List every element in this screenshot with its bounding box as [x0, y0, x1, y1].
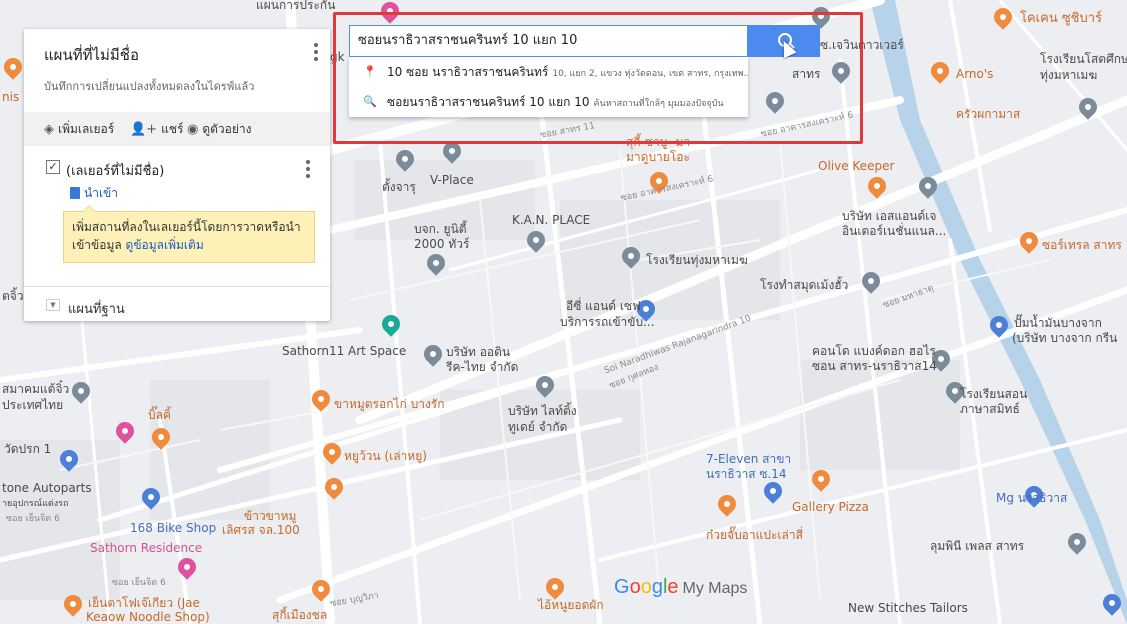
- more-options-icon[interactable]: [314, 43, 318, 64]
- map-label: บริษัท เอสแอนด์เจ: [842, 209, 937, 223]
- layers-icon: ◈: [44, 122, 54, 137]
- map-label: ประเทศไทย: [2, 398, 64, 412]
- map-label: ไอ้หนูยอดผัก: [538, 598, 604, 612]
- map-label: ข้าวขาหมู: [244, 509, 297, 523]
- map-label: V-Place: [430, 173, 474, 187]
- map-label: คอนโด แบงค์ดอก ฮอไร: [812, 344, 936, 358]
- google-wordmark: Google: [614, 576, 679, 598]
- road-label: ซอย เย็นจิต 6: [112, 578, 166, 588]
- map-label: บริษัท ไลท์ติ้ง: [508, 404, 577, 418]
- map-label: ภาษาสมิทธ์: [960, 402, 1020, 416]
- map-label: ตจิ้ว: [2, 289, 24, 303]
- map-label: สมาคมแต้จิ๋ว: [2, 382, 70, 396]
- base-map-label: แผนที่ฐาน: [68, 302, 125, 317]
- learn-more-link[interactable]: ดูข้อมูลเพิ่มเติม: [126, 238, 204, 252]
- layer-checkbox[interactable]: ✓: [46, 160, 60, 174]
- map-label: Arno's: [956, 67, 994, 81]
- suggestion-secondary: ค้นหาสถานที่ใกล้ๆ มุมมองปัจจุบัน: [593, 99, 724, 109]
- map-label: ตั้งจารุ: [382, 180, 416, 194]
- add-person-icon: 👤+: [130, 122, 158, 137]
- map-label: โรงเรียนสอน: [960, 387, 1028, 401]
- map-label: ซอน สาทร-นราธิวาส14: [812, 359, 937, 373]
- google-my-maps-logo: Google My Maps: [614, 576, 747, 599]
- search-icon: 🔍: [363, 95, 377, 108]
- map-label: อินเตอร์เนชั่นแนล...: [842, 224, 947, 238]
- map-label: ขาหมูตรอกไก่ บางรัก: [334, 397, 445, 411]
- map-title[interactable]: แผนที่ที่ไม่มีชื่อ: [44, 43, 139, 67]
- map-label: ครัวผกามาส: [956, 107, 1021, 121]
- suggestion-item[interactable]: 🔍 ซอยนราธิวาสราชนครินทร์ 10 แยก 10 ค้นหาส…: [349, 87, 748, 117]
- map-label: tone Autoparts: [2, 481, 92, 495]
- map-label: โรงทำสมุดเม้งฮั้ว: [760, 278, 849, 292]
- map-label: โคเคน ซูชิบาร์: [1020, 11, 1103, 26]
- map-label: 168 Bike Shop: [130, 521, 217, 535]
- layer-options-icon[interactable]: [306, 160, 310, 181]
- map-label: เลิศรส จล.100: [222, 523, 300, 537]
- add-layer-button[interactable]: ◈ เพิ่มเลเยอร์: [44, 112, 114, 146]
- map-label: มาดูบายโอะ: [626, 150, 690, 164]
- map-label: ทูเดย์ จำกัด: [508, 420, 568, 434]
- save-status: บันทึกการเปลี่ยนแปลงทั้งหมดลงในไดรฟ์แล้ว: [44, 80, 255, 93]
- map-label: รีค-ไทย จำกัด: [446, 360, 519, 374]
- map-label: Gallery Pizza: [792, 500, 869, 514]
- map-label: ก๋วยจั๊บอาแปะเล่าสี่: [706, 528, 803, 542]
- preview-button[interactable]: ◉ ดูตัวอย่าง: [187, 112, 252, 146]
- map-label: โรงเรียนโสตศึกษา: [1040, 52, 1127, 66]
- base-map-section[interactable]: ▼ แผนที่ฐาน: [24, 287, 330, 321]
- upload-file-icon: [70, 187, 80, 199]
- import-tooltip: เพิ่มสถานที่ลงในเลเยอร์นี้โดยการวาดหรือน…: [63, 205, 315, 263]
- map-label: ลุมพินี เพลส สาทร: [930, 539, 1025, 553]
- suggestion-list: 📍 10 ซอย นราธิวาสราชนครินทร์ 10, แยก 2, แ…: [349, 57, 748, 117]
- panel-toolbar: ◈ เพิ่มเลเยอร์ 👤+ แชร์ ◉ ดูตัวอย่าง: [24, 112, 330, 146]
- map-label: โรงเรียนทุ่งมหาเมฆ: [646, 253, 748, 267]
- import-link[interactable]: นำเข้า: [70, 184, 118, 203]
- layer-section: ✓ (เลเยอร์ที่ไม่มีชื่อ) นำเข้า เพิ่มสถาน…: [24, 146, 330, 287]
- layer-title[interactable]: (เลเยอร์ที่ไม่มีชื่อ): [66, 160, 164, 181]
- suggestion-secondary: 10, แยก 2, แขวง ทุ่งวัดดอน, เขต สาทร, กร…: [552, 69, 748, 79]
- place-pin-icon: 📍: [363, 65, 377, 78]
- map-label: บิ๊ลคิ้: [148, 408, 171, 422]
- eye-icon: ◉: [187, 122, 199, 137]
- map-label: Mg นราธิวาส: [996, 491, 1068, 505]
- preview-label: ดูตัวอย่าง: [202, 122, 252, 136]
- map-label: วัดปรก 1: [4, 442, 52, 456]
- map-label: ซอร์เทรล สาทร: [1042, 238, 1122, 252]
- road-label: ซอย เย็นจิต 6: [6, 514, 60, 524]
- map-label: Sathorn Residence: [90, 541, 203, 555]
- map-label: สุกี้เมืองชล: [272, 608, 328, 622]
- suggestion-main: ซอยนราธิวาสราชนครินทร์ 10 แยก 10: [387, 95, 590, 109]
- map-label: K.A.N. PLACE: [512, 213, 591, 227]
- map-label: นราธิวาส ซ.14: [706, 467, 787, 481]
- map-label: (บริษัท บางจาก กรีน: [1012, 331, 1118, 345]
- import-label: นำเข้า: [84, 186, 118, 200]
- map-label: บจก. ยูนิตี้: [414, 222, 467, 236]
- map-label: บริการรถเข้าขับ...: [560, 315, 655, 329]
- map-label: ปั๊มน้ำมันบางจาก: [1014, 316, 1102, 330]
- collapse-arrow-icon[interactable]: ▼: [46, 299, 60, 311]
- suggestion-main: 10 ซอย นราธิวาสราชนครินทร์: [387, 65, 549, 79]
- map-label: เย็นตาโฟเจ๊เกียว (Jae: [88, 596, 200, 610]
- suggestion-item[interactable]: 📍 10 ซอย นราธิวาสราชนครินทร์ 10, แยก 2, แ…: [349, 57, 748, 87]
- map-panel: แผนที่ที่ไม่มีชื่อ บันทึกการเปลี่ยนแปลงท…: [24, 29, 330, 321]
- map-label: แผนการประกัน: [256, 0, 336, 12]
- map-label: Olive Keeper: [818, 159, 895, 173]
- share-button[interactable]: 👤+ แชร์: [130, 112, 183, 146]
- add-layer-label: เพิ่มเลเยอร์: [58, 122, 115, 136]
- map-label: ทุ่งมหาเมฆ: [1040, 68, 1098, 82]
- map-label: ายอุปกรณ์แต่งรถ: [2, 499, 69, 509]
- map-label: New Stitches Tailors: [848, 601, 968, 615]
- map-label: อีซี่ แอนด์ เซฟ: [566, 299, 641, 313]
- share-label: แชร์: [161, 122, 184, 136]
- search-input[interactable]: ซอยนราธิวาสราชนครินทร์ 10 แยก 10: [349, 25, 748, 57]
- map-label: 7-Eleven สาขา: [706, 452, 792, 466]
- map-label: Keaow Noodle Shop): [86, 610, 210, 624]
- map-label: 2000 ทัวร์: [414, 237, 470, 251]
- my-maps-label: My Maps: [682, 580, 748, 597]
- map-label: บริษัท ออดิน: [446, 345, 511, 359]
- map-label: Sathorn11 Art Space: [282, 344, 407, 358]
- map-label: หยูว้วน (เล่าหยู): [344, 449, 427, 463]
